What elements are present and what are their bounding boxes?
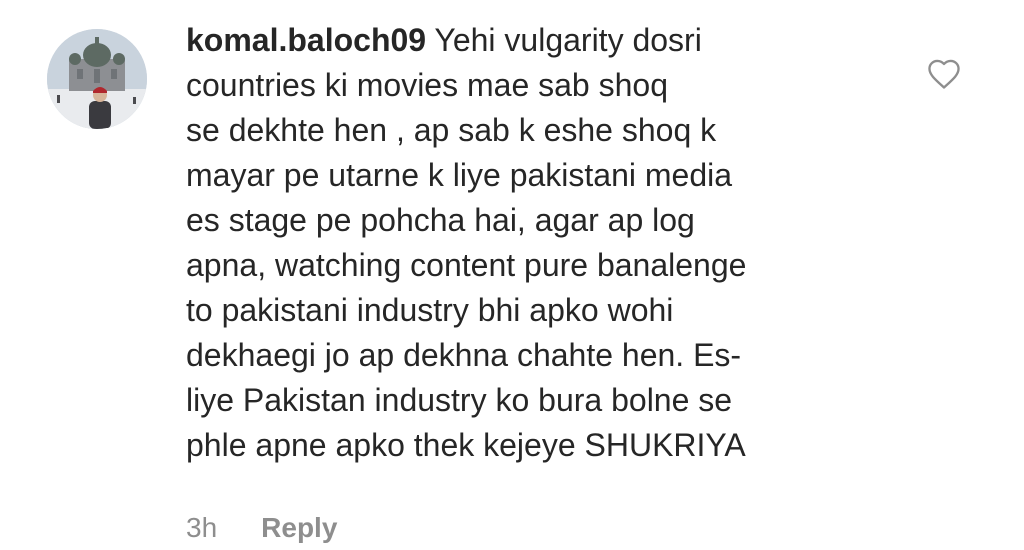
like-button-graphic <box>928 59 960 89</box>
comment-timestamp[interactable]: 3h <box>186 512 217 544</box>
comment-body: komal.baloch09 Yehi vulgarity dosri coun… <box>186 18 896 468</box>
reply-button[interactable]: Reply <box>261 512 337 544</box>
avatar[interactable] <box>47 29 147 129</box>
comment-text: Yehi vulgarity dosri countries ki movies… <box>186 22 747 463</box>
comment-item: komal.baloch09 Yehi vulgarity dosri coun… <box>0 0 1024 550</box>
avatar-photo <box>47 29 147 129</box>
comment-username[interactable]: komal.baloch09 <box>186 22 426 58</box>
heart-icon[interactable] <box>926 58 962 90</box>
comment-meta: 3h Reply <box>186 508 337 548</box>
